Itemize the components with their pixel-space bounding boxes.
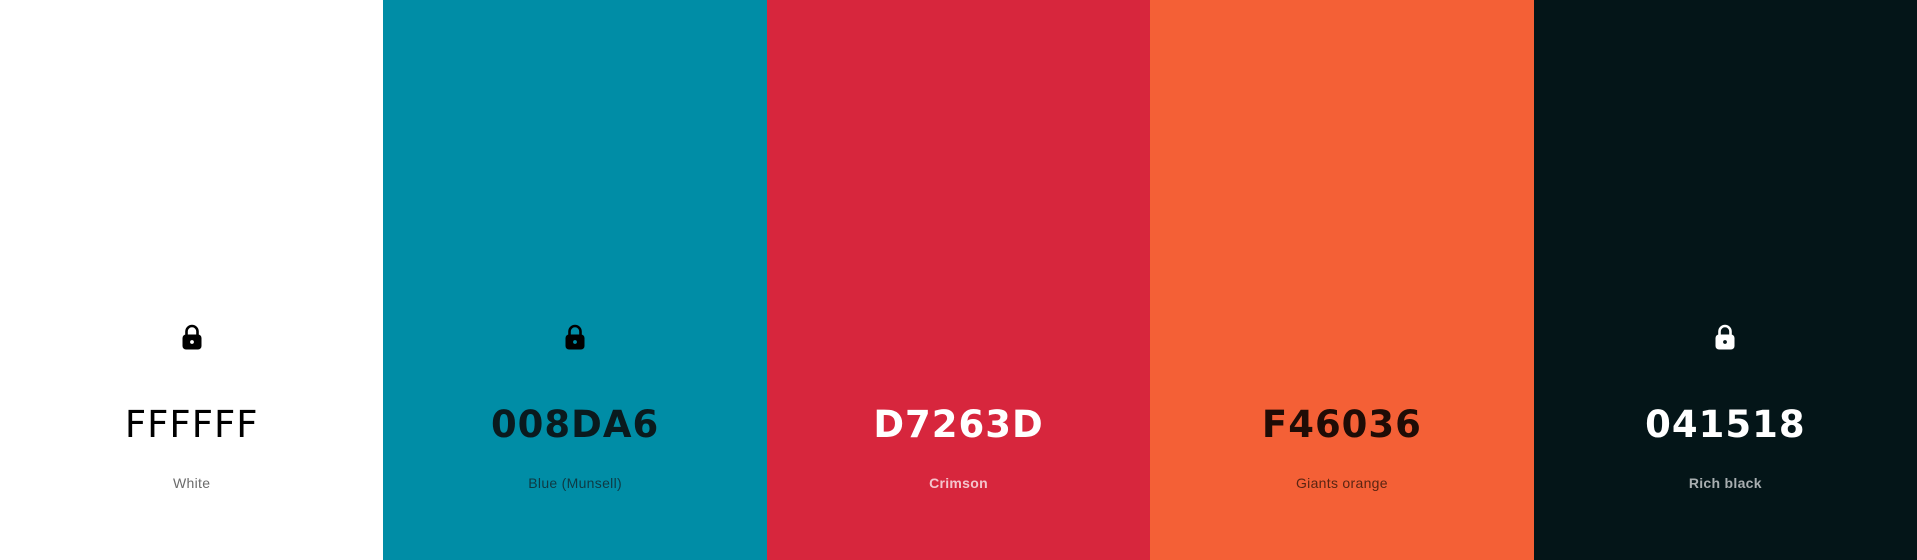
color-name[interactable]: Crimson bbox=[767, 473, 1150, 493]
color-palette: FFFFFF White 008DA6 Blue (Munsell) D7263… bbox=[0, 0, 1917, 560]
color-name[interactable]: White bbox=[0, 473, 383, 493]
color-name[interactable]: Rich black bbox=[1534, 473, 1917, 493]
hex-code[interactable]: F46036 bbox=[1150, 400, 1533, 450]
hex-code[interactable]: 008DA6 bbox=[383, 400, 766, 450]
hex-code[interactable]: 041518 bbox=[1534, 400, 1917, 450]
swatch-crimson[interactable]: D7263D Crimson bbox=[766, 0, 1151, 560]
color-name[interactable]: Blue (Munsell) bbox=[383, 473, 766, 493]
lock-icon[interactable] bbox=[563, 323, 587, 351]
color-name[interactable]: Giants orange bbox=[1150, 473, 1533, 493]
swatch-blue-munsell[interactable]: 008DA6 Blue (Munsell) bbox=[383, 0, 767, 560]
hex-code[interactable]: FFFFFF bbox=[0, 400, 383, 450]
swatch-rich-black[interactable]: 041518 Rich black bbox=[1533, 0, 1917, 560]
hex-code[interactable]: D7263D bbox=[767, 400, 1150, 450]
lock-icon[interactable] bbox=[1713, 323, 1737, 351]
swatch-white[interactable]: FFFFFF White bbox=[0, 0, 384, 560]
swatch-giants-orange[interactable]: F46036 Giants orange bbox=[1150, 0, 1534, 560]
lock-icon[interactable] bbox=[180, 323, 204, 351]
